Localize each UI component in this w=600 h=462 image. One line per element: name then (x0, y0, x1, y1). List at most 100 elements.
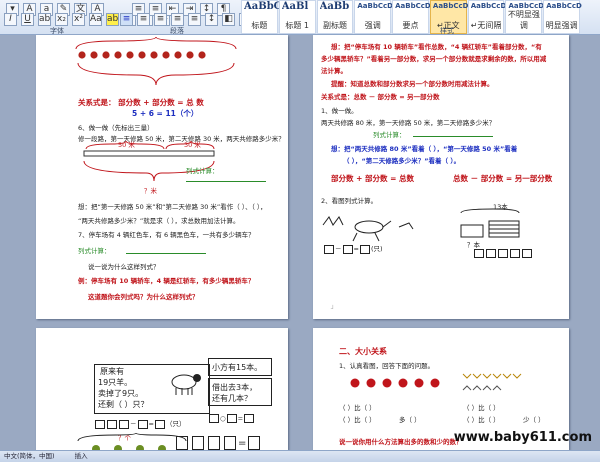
answer-box[interactable] (359, 244, 370, 254)
case-button[interactable]: Aa (89, 12, 102, 26)
style-sample: AaBbCcDd (546, 2, 582, 10)
q7-text: 7、停车场有 4 辆红色车，有 6 辆黑色车，一共有多少辆车？ (78, 231, 255, 239)
bottom-question: 说一说你用什么方法算出多的数和少的数？ (339, 438, 463, 446)
document-workspace[interactable]: 关系式是： 部分数 + 部分数 = 总 数 5 + 6 = 11（个） 6、做一… (0, 35, 600, 450)
answer-box[interactable] (107, 419, 117, 429)
page-2[interactable]: 想：把“停车场有 10 辆轿车”看作总数，“4 辆红轿车”看着部分数，“有 多少… (313, 35, 569, 319)
formula-label-2: 列式计算： (78, 247, 111, 255)
road-diagram (83, 141, 215, 182)
answer-box[interactable] (154, 419, 165, 429)
diff-relation: 总数 － 部分数 = 另一部分数 (453, 174, 553, 183)
distribute-button[interactable]: ≡ (188, 12, 201, 26)
strike-button[interactable]: ab (38, 12, 51, 26)
answer-box[interactable] (137, 419, 148, 429)
watermark: www.baby611.com (453, 430, 592, 445)
think-line-2: 多少辆黑轿车？”看着另一部分数，求另一个部分数就是求剩余的数，所以用减 (321, 55, 547, 63)
q6-heading: 6、做一做（先标出三量） (78, 124, 154, 132)
hint-line: 提醒：知道总数和部分数求另一个部分数时用减法计算。 (331, 80, 494, 88)
fruit-equation: = (174, 436, 262, 450)
compare-1: （ ）比（ ） (339, 404, 376, 412)
book-figure (460, 208, 520, 238)
answer-box[interactable] (119, 419, 129, 429)
formula-label-3: 列式计算： (373, 131, 406, 139)
answer-box[interactable] (474, 249, 484, 258)
sum-relation: 部分数 + 部分数 = 总数 (331, 174, 415, 183)
paragraph-row-2: ≡ ≡ ≡ ≡ ≡ ↕ ◧ ▦ (118, 11, 254, 27)
answer-box[interactable] (248, 436, 261, 450)
answer-box[interactable] (192, 436, 204, 450)
goat-figure (322, 216, 414, 242)
italic-button[interactable]: I (4, 12, 17, 26)
page-1[interactable]: 关系式是： 部分数 + 部分数 = 总 数 5 + 6 = 11（个） 6、做一… (36, 35, 288, 319)
answer-box[interactable] (486, 249, 496, 258)
style-sample: AaBbCcDd (432, 2, 469, 10)
align-left-button[interactable]: ≡ (120, 12, 133, 26)
story-line-4: 还剩（ ）只？ (98, 400, 149, 409)
answer-box[interactable] (342, 244, 353, 254)
sheep-equation: － = （只） (94, 418, 185, 429)
shading-para-button[interactable]: ◧ (222, 12, 235, 26)
ribbon-group-labels: 字体 段落 样式 (0, 26, 600, 35)
s1-text: 两天共修路 80 米，第一天修路 50 米，第二天修路多少米？ (321, 119, 496, 127)
formula-line-2[interactable] (126, 253, 206, 254)
answer-box[interactable] (498, 249, 508, 258)
align-center-button[interactable]: ≡ (137, 12, 150, 26)
line-spacing-button[interactable]: ↕ (205, 12, 218, 26)
align-right-button[interactable]: ≡ (154, 12, 167, 26)
page-3[interactable]: 原来有 19只羊。 卖掉了9只。 还剩（ ）只？ － = （只） 小方有15本。 借… (36, 328, 288, 450)
example-line: 例：停车场有 10 辆轿车，4 辆是红轿车，有多少辆黑轿车？ (78, 277, 255, 285)
answer-box[interactable] (510, 249, 520, 258)
answer-box[interactable] (95, 419, 105, 429)
label-50m: 50 米 (118, 141, 135, 149)
s1-heading: 1、做一做。 (321, 107, 358, 115)
answer-box[interactable] (324, 244, 334, 254)
style-sample: AaBb (319, 1, 350, 12)
style-sample: AaBbCcDd (395, 2, 431, 10)
story-line-3: 卖掉了9只。 (98, 389, 144, 398)
book-unknown: ？本 (467, 241, 480, 249)
underline-button[interactable]: U (21, 12, 34, 26)
formula-label-1: 列式计算： (186, 167, 219, 175)
s2-heading: 2、看图列式计算。 (321, 197, 378, 205)
think-line-1: 想：把“停车场有 10 辆轿车”看作总数，“4 辆红轿车”看着部分数，“有 (331, 43, 542, 51)
compare-2: （ ）比（ ） (463, 404, 500, 412)
compare-4: （ ）比（ ） (463, 416, 500, 424)
answer-box[interactable] (226, 414, 237, 423)
relation-line-2: 关系式是：总数 － 部分数 = 另一部分数 (321, 93, 440, 101)
style-sample: AaBbCcDd (470, 2, 507, 10)
book-equation (473, 249, 533, 258)
insert-mode-status[interactable]: 插入 (75, 452, 88, 460)
ribbon: ▾ A a ✎ 文 A I U ab x₂ x² Aa ab A A 字 ≡ ≡… (0, 0, 600, 35)
compare-3: （ ）比（ ） (339, 416, 376, 424)
answer-box[interactable] (522, 249, 532, 258)
think-b-1: 想：把“两天共修路 80 米”看着（ ），“第一天修路 50 米”看着 (331, 145, 518, 153)
equation-line: 5 + 6 = 11（个） (132, 109, 199, 118)
question-line: 这道题你会列式吗？为什么这样列式？ (88, 293, 199, 301)
justify-button[interactable]: ≡ (171, 12, 184, 26)
answer-box[interactable] (208, 436, 220, 450)
formula-line-1[interactable] (186, 181, 266, 182)
remaining-line: 还有几本？ (212, 394, 252, 403)
relation-line: 关系式是： 部分数 + 部分数 = 总 数 (78, 98, 204, 107)
answer-box[interactable] (176, 436, 188, 450)
formula-line-3[interactable] (413, 136, 493, 137)
discuss-line: 说一说为什么这样列式？ (88, 263, 160, 271)
ring-head: 小方有15本。 (212, 362, 262, 373)
style-sample: AaBbC (244, 1, 280, 12)
story-line-1: 原来有 (100, 367, 124, 376)
label-total-m: ？米 (144, 187, 157, 195)
label-30m: 30 米 (184, 141, 201, 149)
answer-box[interactable] (244, 414, 255, 423)
book-total: 13本 (493, 203, 508, 211)
think-line-3: 法计算。 (321, 67, 347, 75)
answer-box[interactable] (209, 414, 219, 423)
goat-unit: (只) (370, 245, 383, 253)
top-brace (75, 36, 237, 50)
answer-box[interactable] (224, 436, 236, 450)
section-heading: 二、大小关系 (339, 347, 387, 356)
language-status[interactable]: 中文(简体，中国) (4, 452, 55, 460)
fill-line-1: 想：把“第一天修路 50 米”和“第二天修路 30 米”看作（ ）、（ ）， (78, 203, 267, 211)
ring-head-text: 小方有 (212, 363, 236, 372)
subscript-button[interactable]: x₂ (55, 12, 68, 26)
superscript-button[interactable]: x² (72, 12, 85, 26)
